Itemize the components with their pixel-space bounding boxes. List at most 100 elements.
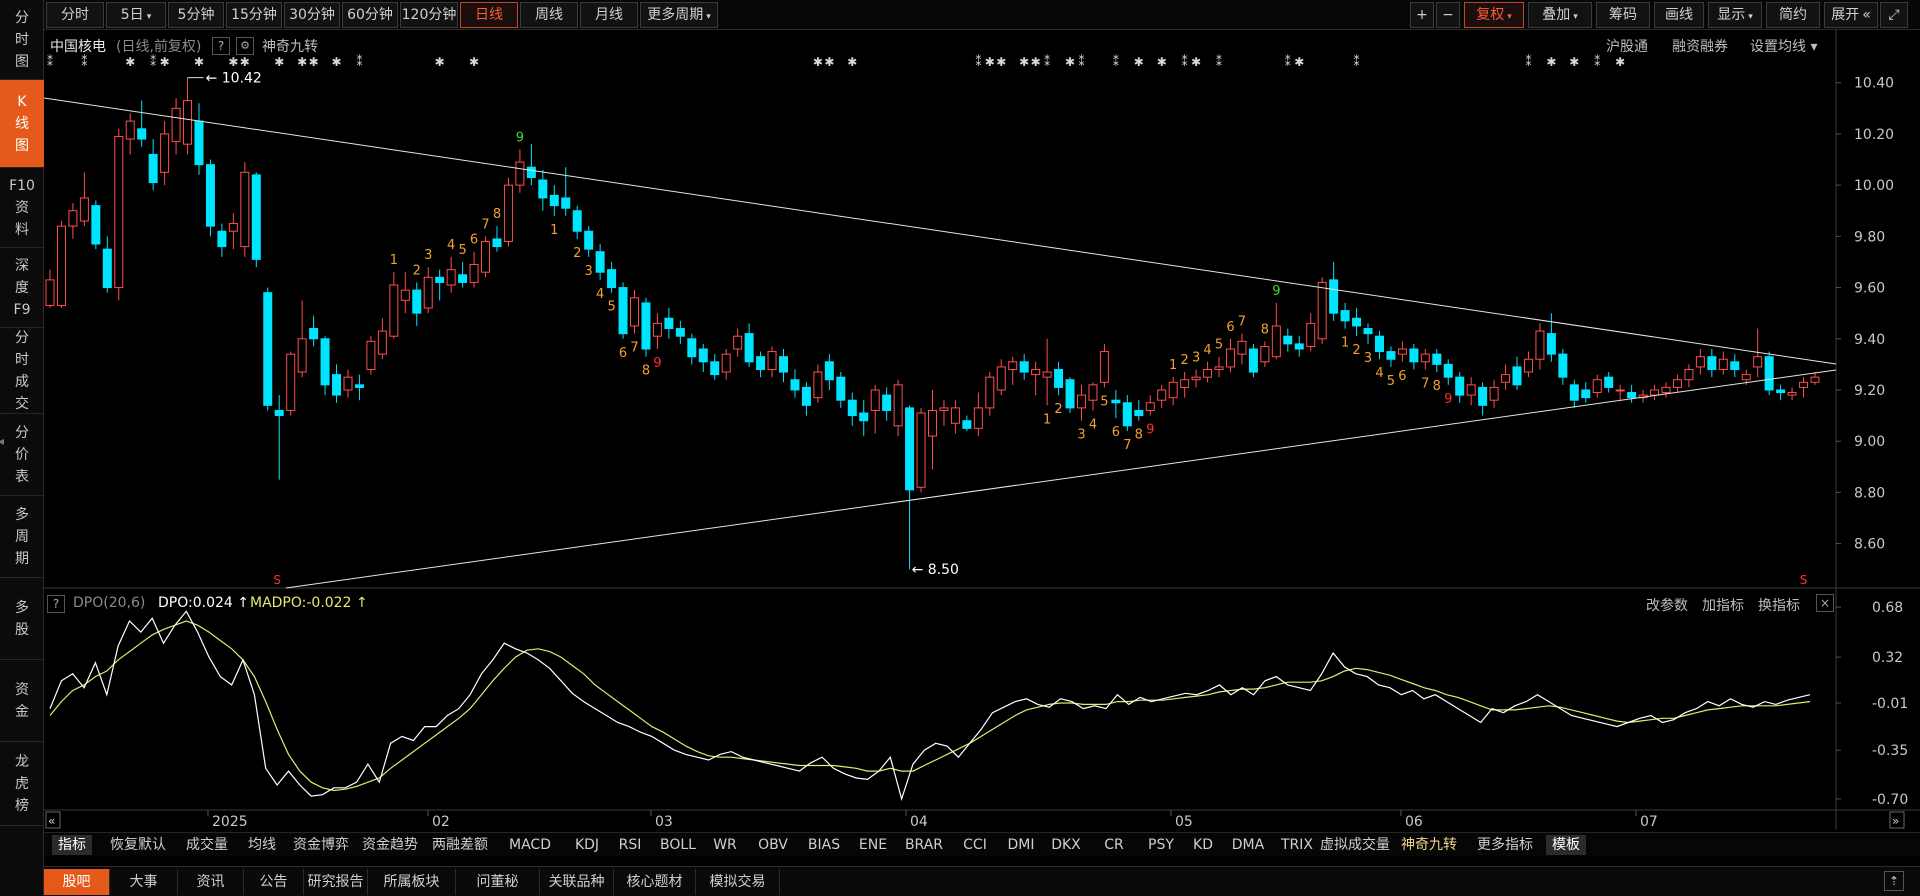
- indicator-tab-1[interactable]: 恢复默认: [104, 835, 172, 855]
- price-tick-label: 9.00: [1854, 434, 1885, 450]
- candle-body: [1111, 399, 1121, 404]
- indicator-tab-16[interactable]: CCI: [954, 835, 996, 855]
- td-count-label: 2: [573, 246, 581, 261]
- indicator-tab-2[interactable]: 成交量: [180, 835, 234, 855]
- indicator-tab-12[interactable]: OBV: [750, 835, 796, 855]
- candle-body: [400, 289, 410, 301]
- indicator-tab-22[interactable]: DMA: [1228, 835, 1268, 855]
- candle-body: [515, 161, 525, 186]
- bottom-tab-9[interactable]: 模拟交易: [696, 869, 780, 895]
- bottom-tab-0[interactable]: 股吧: [44, 869, 110, 895]
- candle-body: [102, 248, 112, 289]
- candle-body: [343, 376, 353, 391]
- indicator-tab-7[interactable]: MACD: [498, 835, 562, 855]
- indicator-tab-15[interactable]: BRAR: [900, 835, 948, 855]
- indicator-link-1[interactable]: 加指标: [1702, 595, 1744, 615]
- candle-body: [458, 274, 468, 283]
- td-count-label: 2: [1054, 402, 1062, 417]
- candle-body: [1397, 348, 1407, 355]
- candle-body: [309, 328, 319, 340]
- indicator-tab-27[interactable]: 模板: [1546, 835, 1586, 855]
- bottom-tab-5[interactable]: 所属板块: [368, 869, 456, 895]
- candle-body: [469, 264, 479, 283]
- td-count-label: 8: [1261, 322, 1269, 337]
- price-tick-label: 9.40: [1854, 332, 1885, 348]
- indicator-tab-23[interactable]: TRIX: [1276, 835, 1318, 855]
- indicator-link-0[interactable]: 改参数: [1646, 595, 1688, 615]
- candle-body: [1180, 379, 1190, 388]
- candle-body: [801, 386, 811, 406]
- indicator-tab-11[interactable]: WR: [706, 835, 744, 855]
- indicator-tab-24[interactable]: 虚拟成交量: [1320, 835, 1390, 855]
- candle-body: [1340, 310, 1350, 322]
- td-count-label: 9: [1444, 392, 1452, 407]
- candle-body: [228, 223, 238, 232]
- bottom-tab-8[interactable]: 核心题材: [614, 869, 696, 895]
- candle-body: [45, 279, 55, 306]
- indicator-tab-17[interactable]: DMI: [1002, 835, 1040, 855]
- indicator-link-2[interactable]: 换指标: [1758, 595, 1800, 615]
- candle-body: [973, 407, 983, 429]
- event-marker-icon: ✱: [160, 55, 170, 69]
- candle-body: [1019, 361, 1029, 373]
- expand-up-icon[interactable]: ⇡: [1884, 871, 1904, 891]
- bottom-tab-4[interactable]: 研究报告: [304, 869, 368, 895]
- indicator-tab-8[interactable]: KDJ: [570, 835, 604, 855]
- candle-body: [1650, 389, 1660, 396]
- indicator-tab-3[interactable]: 均线: [240, 835, 284, 855]
- candle-body: [435, 276, 445, 283]
- candle-body: [1122, 402, 1132, 427]
- indicator-tab-5[interactable]: 资金趋势: [358, 835, 422, 855]
- indicator-tab-18[interactable]: DKX: [1046, 835, 1086, 855]
- trendline-upper: [43, 97, 1837, 365]
- candle-body: [1076, 394, 1086, 409]
- indicator-tab-4[interactable]: 资金博弈: [290, 835, 352, 855]
- event-marker-icon: ✱: [469, 55, 479, 69]
- candle-body: [1615, 389, 1625, 392]
- candle-body: [240, 171, 250, 248]
- close-indicator-icon[interactable]: ×: [1816, 594, 1834, 612]
- event-marker-icon: ✱: [194, 55, 204, 69]
- indicator-tab-14[interactable]: ENE: [854, 835, 892, 855]
- indicator-tab-10[interactable]: BOLL: [656, 835, 700, 855]
- bottom-tab-3[interactable]: 公告: [244, 869, 304, 895]
- candle-body: [286, 353, 296, 411]
- indicator-tab-25[interactable]: 神奇九转: [1394, 835, 1464, 855]
- kline-chart[interactable]: 10.40 10.20 10.00 9.80 9.60 9.40 9.20 9.00 8.80 8…: [0, 0, 1920, 896]
- price-tick-label: 9.20: [1854, 383, 1885, 399]
- td-count-label: 3: [585, 264, 593, 279]
- bottom-tab-7[interactable]: 关联品种: [540, 869, 614, 895]
- event-marker-icon: ⁑: [1594, 54, 1600, 69]
- candle-body: [1581, 389, 1591, 399]
- indicator-tab-13[interactable]: BIAS: [802, 835, 846, 855]
- indicator-tab-6[interactable]: 两融差额: [428, 835, 492, 855]
- event-marker-icon: ✱: [297, 55, 307, 69]
- td-count-label: 6: [1226, 320, 1234, 335]
- bottom-tab-6[interactable]: 问董秘: [456, 869, 540, 895]
- td-count-label: 2: [413, 263, 421, 278]
- bottom-tab-2[interactable]: 资讯: [178, 869, 244, 895]
- candle-body: [251, 174, 261, 260]
- event-marker-icon: ⁑: [1044, 54, 1050, 69]
- td-count-label: 4: [1089, 417, 1097, 432]
- event-marker-icon: ✱: [847, 55, 857, 69]
- indicator-tab-19[interactable]: CR: [1094, 835, 1134, 855]
- candle-body: [905, 407, 915, 491]
- indicator-tab-21[interactable]: KD: [1186, 835, 1220, 855]
- event-marker-icon: ✱: [240, 55, 250, 69]
- indicator-tab-26[interactable]: 更多指标: [1472, 835, 1538, 855]
- candle-body: [446, 269, 456, 286]
- td-count-label: 1: [1043, 412, 1051, 427]
- candle-body: [1031, 368, 1041, 376]
- candle-body: [962, 420, 972, 429]
- indicator-tab-9[interactable]: RSI: [610, 835, 650, 855]
- indicator-name: DPO(20,6): [73, 595, 146, 611]
- indicator-tab-0[interactable]: 指标: [52, 835, 92, 855]
- td-count-label: 8: [642, 364, 650, 379]
- candle-body: [91, 205, 101, 245]
- td-count-label: 7: [630, 341, 638, 356]
- indicator-help-icon[interactable]: ?: [47, 595, 65, 613]
- candle-body: [928, 409, 937, 437]
- indicator-tab-20[interactable]: PSY: [1140, 835, 1182, 855]
- bottom-tab-1[interactable]: 大事: [110, 869, 178, 895]
